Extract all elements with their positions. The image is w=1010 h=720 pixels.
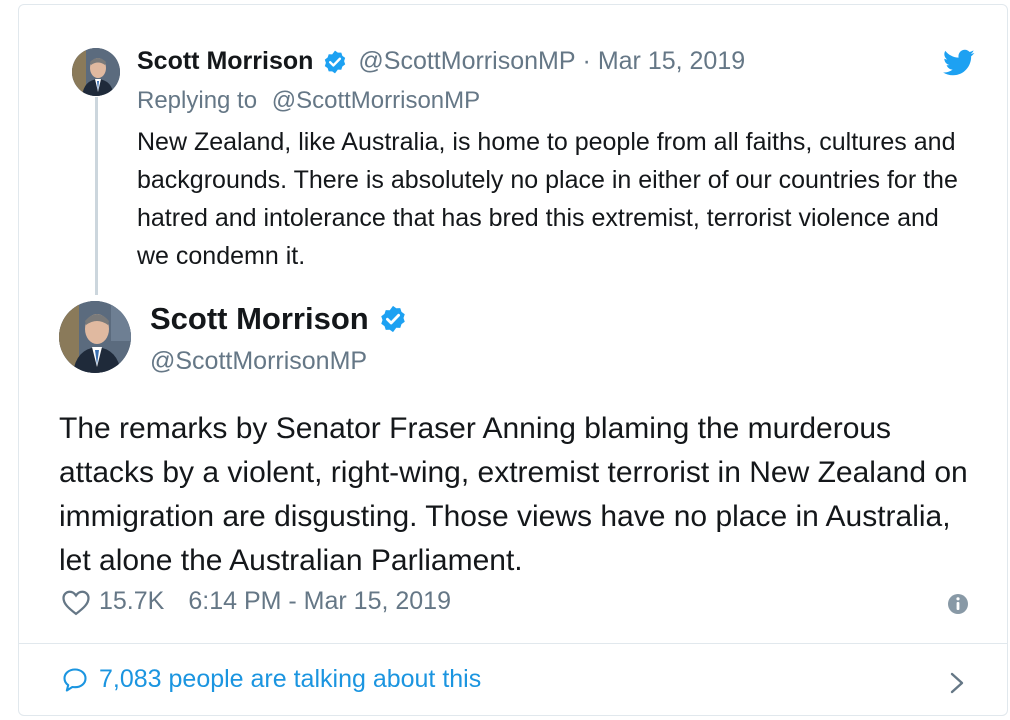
thread-connector-line — [95, 97, 98, 295]
verified-badge-icon — [378, 304, 408, 334]
chevron-right-icon[interactable] — [947, 669, 967, 697]
author-handle[interactable]: @ScottMorrisonMP — [150, 347, 367, 376]
main-tweet-text: The remarks by Senator Fraser Anning bla… — [59, 412, 968, 577]
talking-about-this-link[interactable]: 7,083 people are talking about this — [61, 665, 481, 694]
replying-to-handle-link[interactable]: @ScottMorrisonMP — [272, 87, 480, 114]
replying-to-line: Replying to @ScottMorrisonMP — [137, 87, 480, 115]
tweet-date[interactable]: Mar 15, 2019 — [598, 47, 745, 76]
footer-divider — [19, 643, 1007, 644]
author-handle[interactable]: @ScottMorrisonMP — [358, 47, 575, 76]
author-name[interactable]: Scott Morrison — [150, 301, 369, 337]
talking-about-this-label: 7,083 people are talking about this — [99, 665, 482, 693]
verified-badge-icon — [322, 49, 348, 75]
main-author-name-row: Scott Morrison — [150, 301, 408, 337]
speech-bubble-icon — [63, 667, 87, 692]
reply-tweet-header: Scott Morrison @ScottMorrisonMP · Mar 15… — [137, 47, 745, 76]
separator-dot: · — [582, 47, 591, 75]
author-name[interactable]: Scott Morrison — [137, 47, 313, 76]
tweet-timestamp[interactable]: 6:14 PM - Mar 15, 2019 — [188, 587, 451, 616]
reply-tweet-text: New Zealand, like Australia, is home to … — [137, 128, 958, 270]
heart-icon[interactable] — [61, 588, 91, 616]
twitter-bird-icon[interactable] — [943, 49, 975, 77]
avatar[interactable] — [72, 48, 120, 96]
like-count[interactable]: 15.7K — [99, 587, 164, 616]
tweet-embed-card: Scott Morrison @ScottMorrisonMP · Mar 15… — [18, 4, 1008, 716]
tweet-meta-row: 15.7K 6:14 PM - Mar 15, 2019 — [61, 587, 451, 616]
avatar[interactable] — [59, 301, 131, 373]
info-icon[interactable] — [947, 593, 969, 615]
replying-to-label: Replying to — [137, 87, 258, 114]
